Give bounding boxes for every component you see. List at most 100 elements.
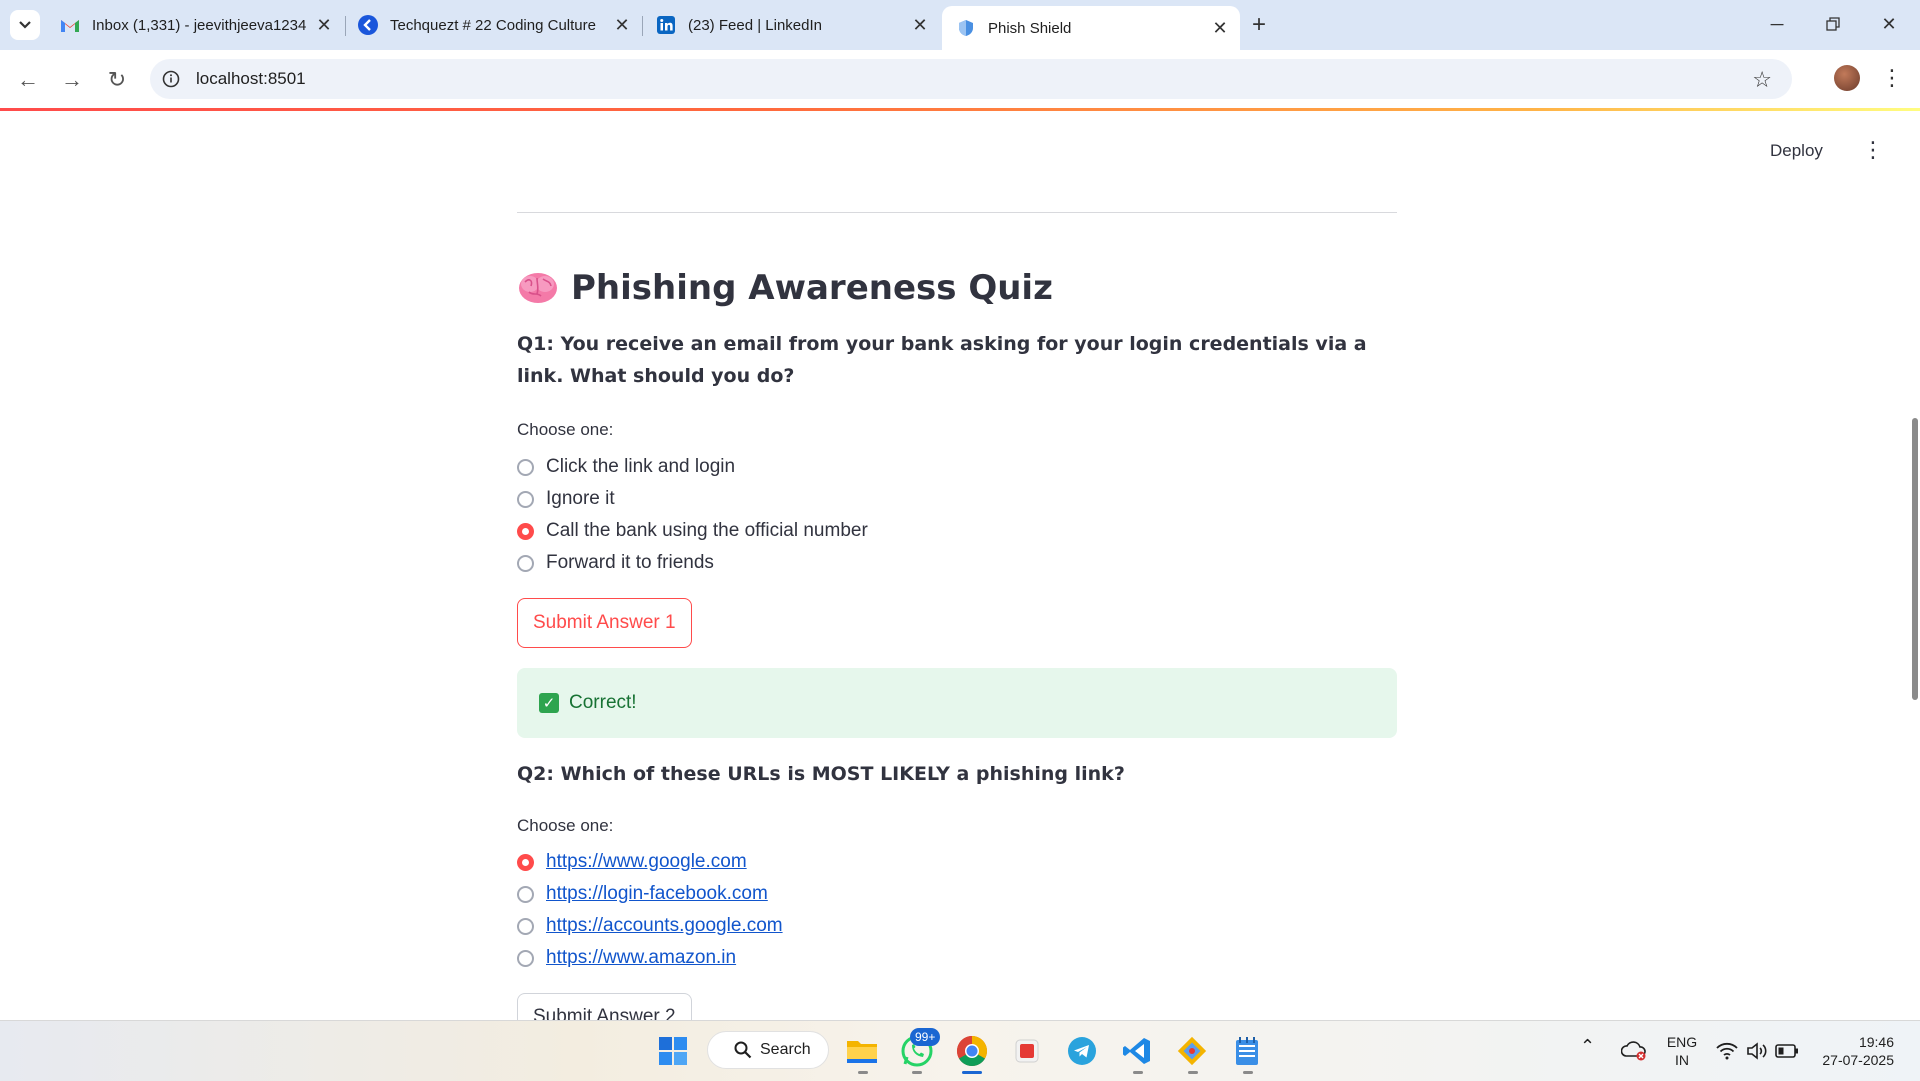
page-scrollbar[interactable] bbox=[1912, 418, 1918, 700]
file-explorer-icon[interactable] bbox=[842, 1031, 882, 1071]
radio-unchecked-icon[interactable] bbox=[517, 458, 534, 476]
shield-icon bbox=[956, 18, 976, 38]
q2-choose-label: Choose one: bbox=[517, 816, 614, 835]
arrow-right-icon: → bbox=[61, 67, 83, 92]
minimize-button[interactable]: ─ bbox=[1754, 6, 1800, 42]
tray-overflow-chevron-icon[interactable]: ⌃ bbox=[1580, 1037, 1595, 1055]
site-info-icon[interactable] bbox=[160, 68, 182, 90]
url-text[interactable]: localhost:8501 bbox=[196, 69, 306, 89]
restore-icon bbox=[1826, 17, 1840, 31]
clock[interactable]: 19:46 27-07-2025 bbox=[1812, 1033, 1894, 1069]
k-logo-icon bbox=[358, 15, 378, 35]
address-bar[interactable]: localhost:8501 ☆ bbox=[150, 59, 1792, 99]
browser-tab-strip: Inbox (1,331) - jeevithjeeva1234 ✕ Techq… bbox=[0, 0, 1920, 50]
q2-option-3[interactable]: https://accounts.google.com bbox=[517, 911, 783, 941]
git-icon[interactable] bbox=[1172, 1031, 1212, 1071]
tab-search-button[interactable] bbox=[10, 10, 40, 40]
deploy-button[interactable]: Deploy bbox=[1770, 141, 1823, 161]
red-app-icon[interactable] bbox=[1007, 1031, 1047, 1071]
page-title: Phishing Awareness Quiz bbox=[517, 268, 1053, 308]
forward-button[interactable]: → bbox=[56, 64, 88, 96]
option-link[interactable]: https://www.amazon.in bbox=[546, 947, 736, 969]
radio-unchecked-icon[interactable] bbox=[517, 949, 534, 967]
running-indicator bbox=[1188, 1071, 1198, 1074]
vscode-icon[interactable] bbox=[1117, 1031, 1157, 1071]
reload-button[interactable]: ↻ bbox=[101, 64, 133, 96]
radio-unchecked-icon[interactable] bbox=[517, 885, 534, 903]
tab-title: Phish Shield bbox=[988, 19, 1072, 37]
browser-tab-gmail[interactable]: Inbox (1,331) - jeevithjeeva1234 ✕ bbox=[46, 6, 344, 44]
clock-time: 19:46 bbox=[1858, 1034, 1894, 1050]
app-main-menu-icon[interactable]: ⋮ bbox=[1862, 137, 1884, 163]
option-label: Click the link and login bbox=[546, 456, 736, 477]
check-mark-icon: ✓ bbox=[539, 693, 559, 713]
close-icon: ✕ bbox=[1881, 13, 1897, 34]
close-icon[interactable]: ✕ bbox=[908, 13, 932, 37]
browser-tab-phish-shield[interactable]: Phish Shield ✕ bbox=[942, 6, 1240, 50]
onedrive-error-icon[interactable] bbox=[1614, 1031, 1654, 1071]
q1-option-4[interactable]: Forward it to friends bbox=[517, 548, 714, 578]
battery-icon[interactable] bbox=[1767, 1031, 1807, 1071]
search-icon bbox=[734, 1041, 752, 1059]
radio-checked-icon[interactable] bbox=[517, 853, 534, 871]
browser-menu-icon[interactable]: ⋮ bbox=[1881, 64, 1903, 92]
success-alert: ✓ Correct! bbox=[517, 668, 1397, 738]
q1-option-1[interactable]: Click the link and login bbox=[517, 452, 735, 482]
option-link[interactable]: https://www.google.com bbox=[546, 851, 747, 873]
quiz-title-text: Phishing Awareness Quiz bbox=[571, 268, 1053, 308]
arrow-left-icon: ← bbox=[17, 67, 39, 92]
option-link[interactable]: https://accounts.google.com bbox=[546, 915, 783, 937]
close-window-button[interactable]: ✕ bbox=[1866, 6, 1912, 42]
close-icon[interactable]: ✕ bbox=[610, 13, 634, 37]
q1-option-3[interactable]: Call the bank using the official number bbox=[517, 516, 868, 546]
minimize-icon: ─ bbox=[1770, 13, 1784, 34]
radio-unchecked-icon[interactable] bbox=[517, 554, 534, 572]
radio-checked-icon[interactable] bbox=[517, 522, 534, 540]
option-link[interactable]: https://login-facebook.com bbox=[546, 883, 768, 905]
close-icon[interactable]: ✕ bbox=[312, 13, 336, 37]
search-label: Search bbox=[760, 1041, 811, 1058]
tab-title: Techquezt # 22 Coding Culture bbox=[390, 16, 596, 34]
option-label: Ignore it bbox=[546, 488, 615, 509]
question-1-text: Q1: You receive an email from your bank … bbox=[517, 333, 1367, 387]
active-app-indicator bbox=[962, 1071, 982, 1074]
windows-taskbar: Search ⌃ ENG IN 19:46 27-07-2025 bbox=[0, 1020, 1920, 1081]
q1-option-2[interactable]: Ignore it bbox=[517, 484, 615, 514]
telegram-icon[interactable] bbox=[1062, 1031, 1102, 1071]
browser-tab-techquezt[interactable]: Techquezt # 22 Coding Culture ✕ bbox=[344, 6, 642, 44]
new-tab-button[interactable]: + bbox=[1244, 10, 1274, 40]
chrome-icon[interactable] bbox=[952, 1031, 992, 1071]
clock-date: 27-07-2025 bbox=[1822, 1052, 1894, 1068]
tab-title: (23) Feed | LinkedIn bbox=[688, 16, 822, 34]
radio-unchecked-icon[interactable] bbox=[517, 917, 534, 935]
bookmark-star-icon[interactable]: ☆ bbox=[1752, 67, 1772, 93]
running-indicator bbox=[858, 1071, 868, 1074]
app-header: Deploy ⋮ bbox=[0, 111, 1920, 201]
language-indicator[interactable]: ENG IN bbox=[1664, 1033, 1700, 1069]
restore-button[interactable] bbox=[1810, 6, 1856, 42]
close-icon[interactable]: ✕ bbox=[1208, 16, 1232, 40]
notepad-icon[interactable] bbox=[1227, 1031, 1267, 1071]
windows-start-icon[interactable] bbox=[653, 1031, 693, 1071]
q2-option-1[interactable]: https://www.google.com bbox=[517, 847, 747, 877]
linkedin-icon bbox=[656, 15, 676, 35]
back-button[interactable]: ← bbox=[12, 64, 44, 96]
result-text: Correct! bbox=[569, 692, 637, 713]
submit-answer-2-button[interactable]: Submit Answer 2 bbox=[517, 993, 692, 1020]
reload-icon: ↻ bbox=[107, 67, 127, 92]
q2-option-4[interactable]: https://www.amazon.in bbox=[517, 943, 736, 973]
running-indicator bbox=[1243, 1071, 1253, 1074]
submit-answer-1-button[interactable]: Submit Answer 1 bbox=[517, 598, 692, 648]
running-indicator bbox=[912, 1071, 922, 1074]
q1-choose-label: Choose one: bbox=[517, 420, 614, 439]
q2-option-2[interactable]: https://login-facebook.com bbox=[517, 879, 768, 909]
question-2-text: Q2: Which of these URLs is MOST LIKELY a… bbox=[517, 763, 1125, 785]
region-code: IN bbox=[1675, 1052, 1689, 1068]
language-code: ENG bbox=[1666, 1034, 1698, 1050]
browser-tab-linkedin[interactable]: (23) Feed | LinkedIn ✕ bbox=[642, 6, 940, 44]
plus-icon: + bbox=[1251, 11, 1266, 38]
horizontal-divider bbox=[517, 212, 1397, 213]
profile-avatar[interactable] bbox=[1834, 65, 1860, 91]
radio-unchecked-icon[interactable] bbox=[517, 490, 534, 508]
taskbar-search[interactable]: Search bbox=[707, 1031, 829, 1069]
